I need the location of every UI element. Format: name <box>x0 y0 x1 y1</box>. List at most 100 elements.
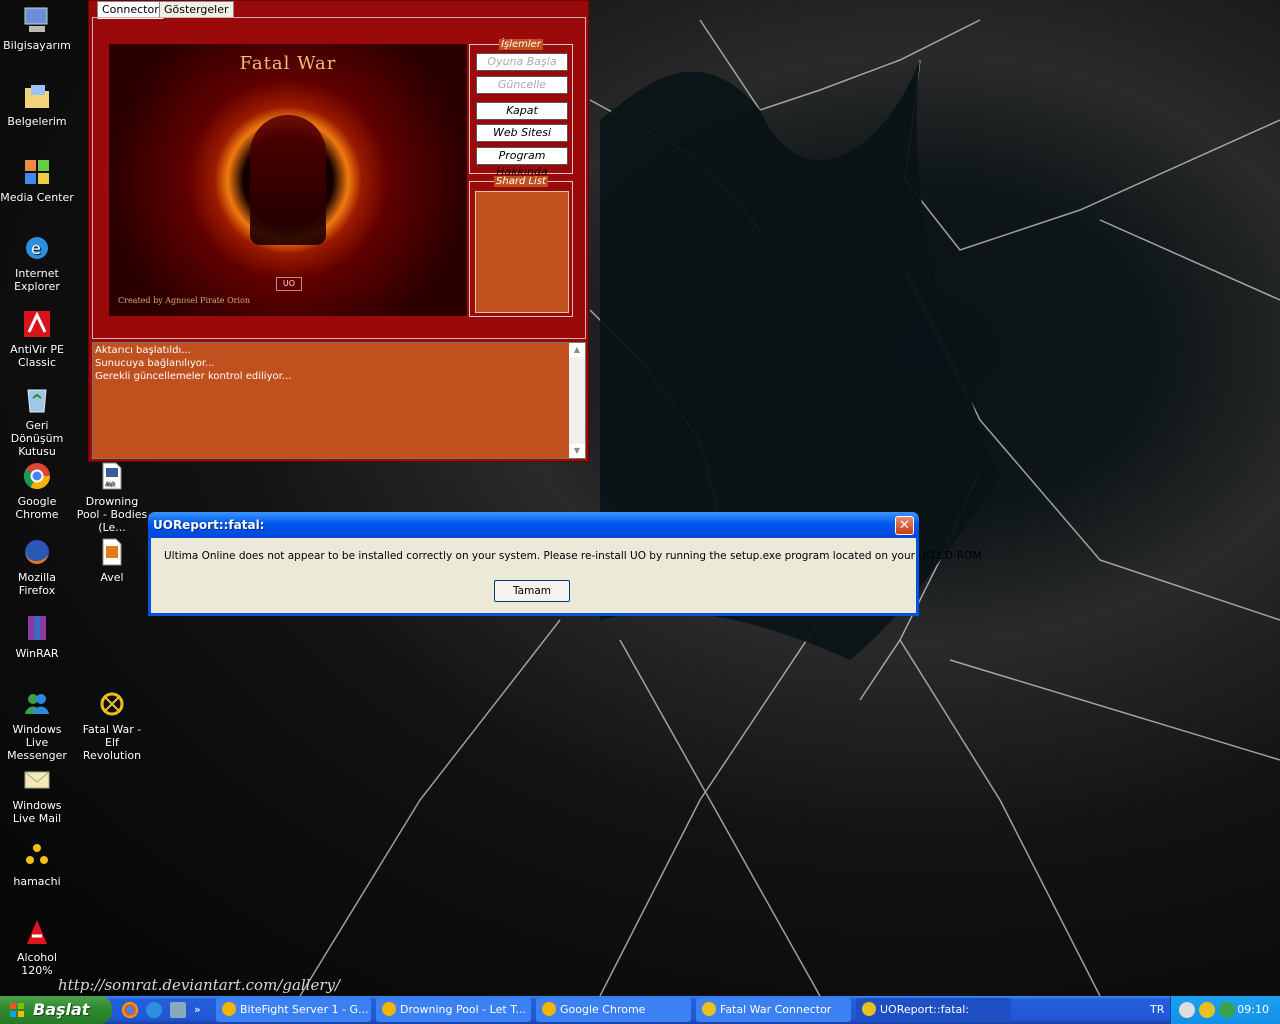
hamachi-icon <box>26 844 48 864</box>
desktop-icon-my-computer[interactable]: Bilgisayarım <box>0 4 74 52</box>
start-game-button[interactable]: Oyuna Başla <box>476 53 568 71</box>
language-indicator[interactable]: TR <box>1150 1003 1164 1016</box>
media-center-icon <box>25 160 49 184</box>
desktop-icon-label: hamachi <box>13 875 61 888</box>
desktop-icon-avel[interactable]: Avel <box>75 536 149 584</box>
tray-expand-icon[interactable] <box>1179 1002 1195 1018</box>
desktop-icon-live-mail[interactable]: Windows Live Mail <box>0 764 74 825</box>
recycle-bin-icon <box>27 389 47 413</box>
live-mail-icon <box>24 771 50 789</box>
dialog-body: Ultima Online does not appear to be inst… <box>151 538 981 613</box>
quicklaunch-desktop-icon[interactable] <box>170 1002 186 1018</box>
task-bitefight[interactable]: BiteFight Server 1 - G... <box>216 998 371 1022</box>
banner-figure <box>250 115 326 245</box>
tab-gostergeler[interactable]: Göstergeler <box>159 1 234 18</box>
task-label: Fatal War Connector <box>720 1003 832 1016</box>
desktop-icon-antivir[interactable]: AntiVir PE Classic <box>0 308 74 369</box>
system-tray: 09:10 <box>1170 996 1280 1024</box>
dialog-titlebar[interactable]: UOReport::fatal: ✕ <box>148 512 919 538</box>
desktop-icon-chrome[interactable]: Google Chrome <box>0 460 74 521</box>
start-button[interactable]: Başlat <box>0 996 112 1024</box>
task-uoreport[interactable]: UOReport::fatal: <box>856 998 1011 1022</box>
my-documents-icon <box>25 85 49 108</box>
desktop-icon-media-center[interactable]: Media Center <box>0 156 74 204</box>
internet-explorer-icon: e <box>26 237 48 259</box>
task-drowning-pool[interactable]: Drowning Pool - Let T... <box>376 998 531 1022</box>
desktop-icon-label: Windows Live Mail <box>12 799 62 825</box>
connector-panel: Fatal War UO Created by Agnosel Pirate O… <box>92 17 586 339</box>
tray-network-icon[interactable] <box>1219 1002 1235 1018</box>
desktop-icon-recycle-bin[interactable]: Geri Dönüşüm Kutusu <box>0 384 74 458</box>
windows-flag-icon <box>10 1003 24 1017</box>
chrome-icon <box>222 1002 236 1016</box>
desktop-icon-label: Alcohol 120% <box>16 951 58 977</box>
desktop-icon-label: Mozilla Firefox <box>18 571 56 597</box>
task-label: UOReport::fatal: <box>880 1003 970 1016</box>
alcohol-icon <box>27 920 47 944</box>
task-google-chrome[interactable]: Google Chrome <box>536 998 691 1022</box>
fatal-war-icon <box>702 1002 716 1016</box>
status-log[interactable]: Aktarıcı başlatıldı... Sunucuya bağlanıl… <box>92 342 586 459</box>
website-button[interactable]: Web Sitesi <box>476 124 568 142</box>
desktop-icon-hamachi[interactable]: hamachi <box>0 840 74 888</box>
desktop-icon-alcohol[interactable]: Alcohol 120% <box>0 916 74 977</box>
fatal-war-connector-window: Connector Göstergeler Fatal War UO Creat… <box>88 0 589 462</box>
task-label: Drowning Pool - Let T... <box>400 1003 527 1016</box>
desktop-icon-label: Internet Explorer <box>14 267 60 293</box>
winrar-icon <box>28 616 46 640</box>
shard-list-group: Shard List <box>469 176 573 317</box>
desktop-icon-label: WinRAR <box>15 647 59 660</box>
scroll-up-icon[interactable]: ▲ <box>569 343 585 357</box>
avel-icon <box>102 538 122 566</box>
chrome-icon <box>382 1002 396 1016</box>
desktop-icon-internet-explorer[interactable]: e Internet Explorer <box>0 232 74 293</box>
clock: 09:10 <box>1237 1003 1269 1016</box>
log-line: Sunucuya bağlanılıyor... <box>95 358 215 369</box>
actions-group: İşlemler Oyuna Başla Güncelle Kapat Web … <box>469 39 573 178</box>
shard-list-title: Shard List <box>494 176 548 187</box>
fatal-war-icon <box>100 692 124 716</box>
close-app-button[interactable]: Kapat <box>476 102 568 120</box>
desktop-icon-messenger[interactable]: Windows Live Messenger <box>0 688 74 762</box>
antivir-icon <box>24 311 50 337</box>
desktop-icon-label: Drowning Pool - Bodies (Le... <box>76 495 148 534</box>
desktop-icon-fatal-war[interactable]: Fatal War - Elf Revolution <box>75 688 149 762</box>
task-fatal-war-connector[interactable]: Fatal War Connector <box>696 998 851 1022</box>
desktop-icon-label: Google Chrome <box>15 495 59 521</box>
quicklaunch-more-icon[interactable]: » <box>194 1002 210 1018</box>
shard-list-box[interactable] <box>475 191 569 313</box>
desktop-icon-label: Geri Dönüşüm Kutusu <box>10 419 64 458</box>
taskbar: Başlat » BiteFight Server 1 - G... Drown… <box>0 996 1280 1024</box>
task-label: Google Chrome <box>560 1003 646 1016</box>
desktop-icon-winrar[interactable]: WinRAR <box>0 612 74 660</box>
desktop-icon-label: AntiVir PE Classic <box>10 343 64 369</box>
my-computer-icon <box>24 7 48 32</box>
banner-title: Fatal War <box>239 53 337 74</box>
desktop-icon-my-documents[interactable]: Belgelerim <box>0 80 74 128</box>
update-button[interactable]: Güncelle <box>476 76 568 94</box>
messenger-icon <box>25 694 49 714</box>
ok-button[interactable]: Tamam <box>494 580 570 602</box>
quicklaunch-ie-icon[interactable] <box>146 1002 162 1018</box>
desktop-icon-avi-file[interactable]: AVI Drowning Pool - Bodies (Le... <box>75 460 149 534</box>
desktop-icon-label: Avel <box>100 571 124 584</box>
log-line: Aktarıcı başlatıldı... <box>95 345 191 356</box>
svg-text:AVI: AVI <box>105 481 115 488</box>
close-icon[interactable]: ✕ <box>895 516 914 535</box>
log-scrollbar[interactable]: ▲ ▼ <box>569 343 585 458</box>
uoreport-dialog: UOReport::fatal: ✕ Ultima Online does no… <box>148 512 981 616</box>
avi-file-icon: AVI <box>102 462 122 490</box>
dialog-message: Ultima Online does not appear to be inst… <box>164 550 982 562</box>
actions-group-title: İşlemler <box>499 39 543 50</box>
quicklaunch-chrome-icon[interactable] <box>122 1002 138 1018</box>
start-label: Başlat <box>33 1000 90 1019</box>
about-button[interactable]: Program Hakkında <box>476 147 568 178</box>
desktop-icon-firefox[interactable]: Mozilla Firefox <box>0 536 74 597</box>
tray-fatal-war-icon[interactable] <box>1199 1002 1215 1018</box>
desktop-icon-label: Windows Live Messenger <box>7 723 67 762</box>
task-label: BiteFight Server 1 - G... <box>240 1003 369 1016</box>
desktop-icon-label: Bilgisayarım <box>3 39 71 52</box>
scroll-down-icon[interactable]: ▼ <box>569 444 585 458</box>
firefox-icon <box>25 540 49 565</box>
fatal-war-banner: Fatal War UO Created by Agnosel Pirate O… <box>109 44 467 316</box>
